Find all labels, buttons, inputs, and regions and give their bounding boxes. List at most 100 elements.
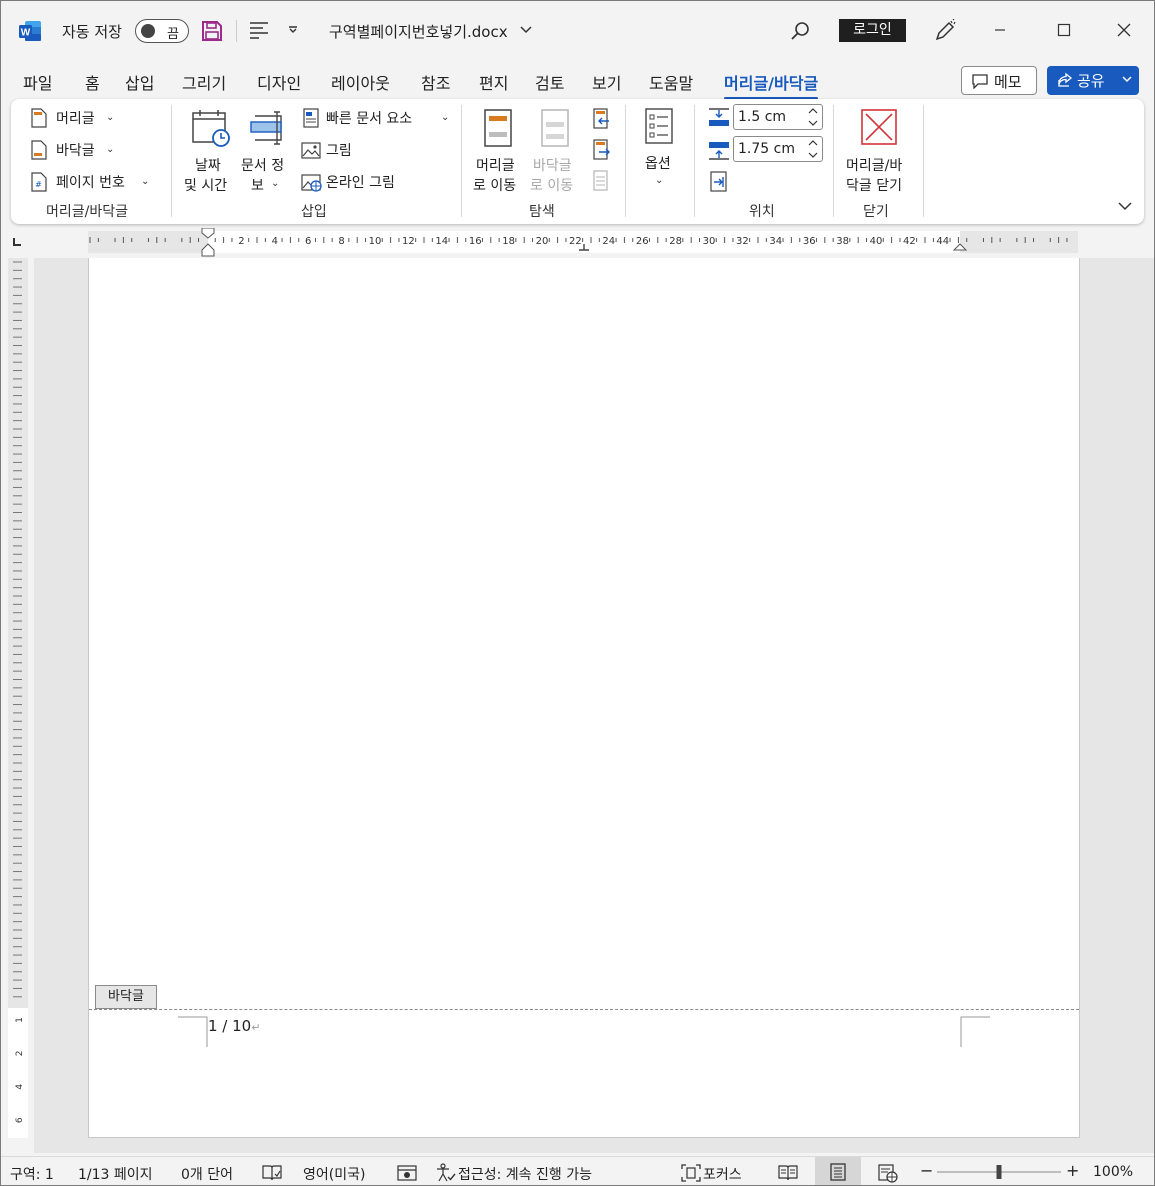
horizontal-ruler[interactable]: 2 4 6 8 10 12 14 16 18 20 22 24 26 28 30 32 34 36 38 40 42 44: [0, 228, 1155, 258]
ruler-number: 12: [402, 236, 415, 247]
tab-help[interactable]: 도움말: [649, 70, 693, 94]
zoom-slider[interactable]: [935, 1163, 1065, 1181]
autosave-toggle[interactable]: 끔: [135, 19, 189, 43]
quick-access-dropdown-icon[interactable]: [288, 26, 298, 34]
title-chevron-down-icon[interactable]: [520, 26, 532, 34]
footer-page-number-text[interactable]: 1 / 10↵: [208, 1017, 260, 1035]
insert-alignment-tab-icon[interactable]: [709, 171, 729, 193]
footer-button[interactable]: 바닥글 ⌄: [31, 138, 141, 162]
paragraph-align-icon[interactable]: [249, 21, 269, 39]
focus-mode-icon[interactable]: [681, 1164, 701, 1182]
language-indicator[interactable]: 영어(미국): [303, 1164, 365, 1184]
tab-insert[interactable]: 삽입: [125, 70, 154, 94]
page-number-chevron-down-icon: ⌄: [141, 176, 150, 187]
tab-layout[interactable]: 레이아웃: [331, 70, 390, 94]
tab-references[interactable]: 참조: [421, 70, 450, 94]
login-button[interactable]: 로그인: [839, 19, 906, 42]
footer-page-number: 1 / 10: [208, 1017, 252, 1035]
picture-button[interactable]: 그림: [301, 138, 401, 162]
status-bar: 구역: 1 1/13 페이지 0개 단어 영어(미국) 접근성: 계속 진행 가…: [0, 1156, 1155, 1186]
tab-mailings[interactable]: 편지: [479, 70, 508, 94]
ribbon-collapse-chevron-icon[interactable]: [1118, 201, 1132, 211]
accessibility-status[interactable]: 접근성: 계속 진행 가능: [458, 1164, 592, 1184]
footer-page-icon: [31, 140, 47, 160]
ruler-number: 34: [769, 236, 782, 247]
zoom-in-button[interactable]: +: [1066, 1161, 1079, 1180]
page-indicator[interactable]: 1/13 페이지: [78, 1164, 153, 1184]
online-picture-icon: [301, 174, 323, 192]
toggle-knob: [141, 24, 155, 38]
ruler-number: 8: [338, 236, 344, 247]
footer-tag: 바닥글: [95, 985, 157, 1009]
header-page-icon: [31, 108, 47, 128]
goto-header-button[interactable]: 머리글 로 이동: [471, 105, 527, 195]
ruler-number: 10: [369, 236, 382, 247]
vruler-number: 2: [15, 1051, 25, 1057]
ruler-number: 40: [870, 236, 883, 247]
document-info-button[interactable]: 문서 정 보 ⌄: [239, 105, 297, 195]
date-time-button[interactable]: 날짜 및 시간: [181, 105, 239, 195]
accessibility-icon[interactable]: [436, 1163, 456, 1183]
quick-parts-button[interactable]: 빠른 문서 요소 ⌄: [301, 106, 451, 130]
footer-label: 바닥글: [56, 143, 95, 159]
section-indicator[interactable]: 구역: 1: [10, 1164, 54, 1184]
zoom-out-button[interactable]: −: [920, 1161, 933, 1180]
tab-view[interactable]: 보기: [592, 70, 621, 94]
comments-button[interactable]: 메모: [961, 66, 1037, 95]
previous-section-icon[interactable]: [591, 108, 611, 130]
designer-pen-icon[interactable]: [933, 19, 957, 43]
macro-record-icon[interactable]: [397, 1164, 417, 1182]
goto-footer-label-2: 로 이동: [530, 178, 574, 194]
footer-boundary-line: [89, 1009, 1079, 1010]
tab-header-footer[interactable]: 머리글/바닥글: [724, 70, 819, 100]
spin-down-icon[interactable]: [808, 119, 818, 127]
close-header-footer-button[interactable]: 머리글/바 닥글 닫기: [843, 105, 915, 195]
tab-file[interactable]: 파일: [23, 70, 52, 94]
tab-review[interactable]: 검토: [535, 70, 564, 94]
page-number-label: 페이지 번호: [56, 175, 125, 191]
header-position-icon: [708, 107, 730, 129]
word-count[interactable]: 0개 단어: [181, 1164, 233, 1184]
print-layout-view-button[interactable]: [815, 1157, 861, 1186]
header-position-input[interactable]: 1.5 cm: [733, 104, 823, 130]
spin-down-icon[interactable]: [808, 151, 818, 159]
zoom-level[interactable]: 100%: [1093, 1164, 1133, 1180]
goto-footer-label-1: 바닥글: [533, 158, 572, 174]
search-icon[interactable]: [790, 21, 810, 41]
ruler-number: 22: [569, 236, 582, 247]
vertical-ruler[interactable]: 1 2 4 6: [0, 258, 34, 1153]
comment-icon: [972, 74, 988, 89]
options-button[interactable]: 옵션 ⌄: [635, 105, 685, 195]
close-x-icon: [860, 108, 898, 146]
header-button[interactable]: 머리글 ⌄: [31, 106, 141, 130]
minimize-button[interactable]: [985, 14, 1015, 46]
proofing-book-icon[interactable]: [262, 1164, 282, 1182]
zoom-slider-thumb[interactable]: [996, 1165, 1002, 1179]
online-picture-button[interactable]: 온라인 그림: [301, 170, 431, 194]
word-app-icon[interactable]: W: [18, 19, 42, 43]
web-layout-icon[interactable]: [878, 1163, 898, 1183]
page-number-button[interactable]: # 페이지 번호 ⌄: [31, 170, 161, 194]
ruler-number: 36: [803, 236, 816, 247]
ruler-number: 44: [936, 236, 949, 247]
spin-up-icon[interactable]: [808, 107, 818, 115]
document-title[interactable]: 구역별페이지번호넣기.docx: [329, 21, 508, 42]
tab-design[interactable]: 디자인: [257, 70, 301, 94]
next-section-icon[interactable]: [591, 139, 611, 161]
save-icon[interactable]: [201, 20, 223, 42]
footer-position-input[interactable]: 1.75 cm: [733, 136, 823, 162]
share-chevron-down-icon[interactable]: [1122, 76, 1132, 84]
read-mode-icon[interactable]: [778, 1164, 798, 1182]
spin-up-icon[interactable]: [808, 139, 818, 147]
share-button[interactable]: 공유: [1047, 66, 1139, 95]
comments-label: 메모: [994, 73, 1022, 91]
close-window-button[interactable]: [1109, 14, 1139, 46]
tab-draw[interactable]: 그리기: [182, 70, 226, 94]
group-separator: [625, 105, 626, 217]
tab-home[interactable]: 홈: [85, 70, 100, 94]
footer-chevron-down-icon: ⌄: [106, 144, 115, 155]
ruler-number: 38: [836, 236, 849, 247]
document-page[interactable]: [88, 258, 1080, 1138]
maximize-button[interactable]: [1049, 14, 1079, 46]
focus-label[interactable]: 포커스: [703, 1164, 742, 1184]
